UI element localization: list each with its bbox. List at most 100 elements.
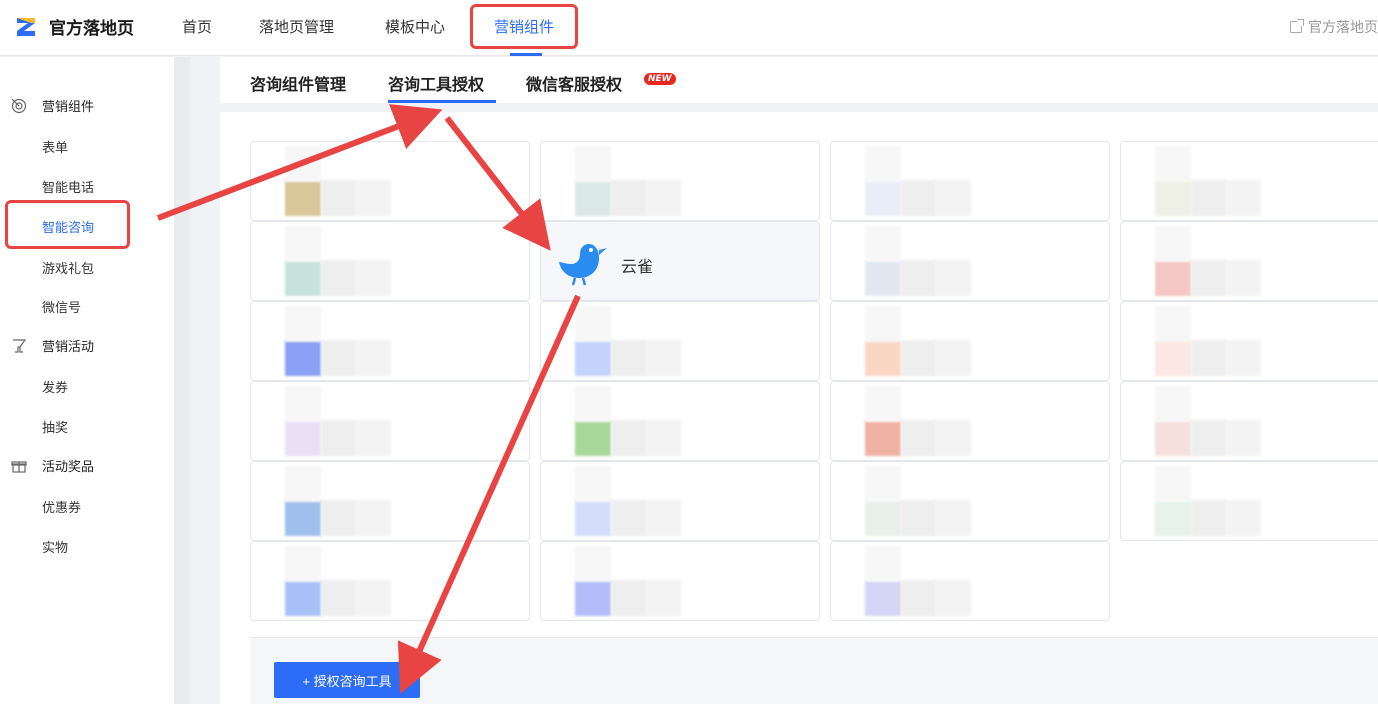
redacted-block [575,466,611,502]
authorize-consult-tool-button[interactable]: + 授权咨询工具 [274,662,420,698]
app-name: 官方落地页 [49,19,134,39]
redacted-block [285,306,321,342]
redacted-block [1155,146,1191,182]
redacted-block [865,146,901,182]
redacted-block [1191,420,1227,456]
redacted-block [285,546,321,582]
tool-card-redacted[interactable] [830,381,1110,461]
redacted-block [901,420,937,456]
tool-card-redacted[interactable] [1120,141,1378,221]
tab-wechat-service-auth[interactable]: 微信客服授权 [526,71,622,95]
app-logo[interactable]: 官方落地页 [14,14,134,39]
nav-home[interactable]: 首页 [182,16,212,37]
sidebar-item-physical[interactable]: 实物 [42,537,68,556]
redacted-block [645,180,681,216]
redacted-block [575,340,611,376]
redacted-block [285,386,321,422]
redacted-block [285,466,321,502]
tool-card-redacted[interactable] [540,541,820,621]
tool-card-redacted[interactable] [250,221,530,301]
redacted-block [285,500,321,536]
tab-consult-tool-auth[interactable]: 咨询工具授权 [388,71,484,95]
redacted-block [1225,260,1261,296]
redacted-block [1155,306,1191,342]
redacted-block [935,500,971,536]
tool-card-redacted[interactable] [830,541,1110,621]
redacted-block [901,180,937,216]
sidebar-group-prizes[interactable]: 活动奖品 [10,456,94,475]
tool-card-redacted[interactable] [830,461,1110,541]
redacted-block [1225,420,1261,456]
redacted-block [1155,420,1191,456]
tool-card-redacted[interactable] [250,461,530,541]
redacted-block [865,546,901,582]
tool-card-redacted[interactable] [1120,301,1378,381]
tool-card-redacted[interactable] [250,381,530,461]
tool-card-redacted[interactable] [250,541,530,621]
redacted-block [901,340,937,376]
sidebar-group-marketing-activities[interactable]: 营销活动 [10,336,94,355]
nav-active-indicator [510,53,542,56]
redacted-block [865,386,901,422]
tab-consult-component-manage[interactable]: 咨询组件管理 [250,71,346,95]
tool-card-redacted[interactable] [1120,221,1378,301]
tool-card-redacted[interactable] [830,221,1110,301]
tool-card-redacted[interactable] [250,301,530,381]
redacted-block [645,500,681,536]
redacted-block [865,580,901,616]
redacted-block [865,180,901,216]
redacted-block [865,466,901,502]
nav-template-center[interactable]: 模板中心 [385,16,445,37]
sidebar-group-label: 营销组件 [42,100,95,115]
sidebar-group-marketing-components[interactable]: 营销组件 [10,96,94,115]
tool-card-redacted[interactable] [540,301,820,381]
sidebar-scrollbar[interactable] [174,57,190,704]
redacted-block [865,260,901,296]
gift-icon [10,457,28,475]
tool-card-redacted[interactable] [1120,461,1378,541]
redacted-block [1155,340,1191,376]
redacted-block [1225,500,1261,536]
redacted-block [355,180,391,216]
sidebar-item-coupon-issue[interactable]: 发券 [42,377,68,396]
redacted-block [611,420,647,456]
redacted-block [575,420,611,456]
sidebar-item-lottery[interactable]: 抽奖 [42,417,68,436]
redacted-block [321,580,357,616]
redacted-block [935,260,971,296]
redacted-block [865,340,901,376]
redacted-block [575,180,611,216]
nav-landing-pages[interactable]: 落地页管理 [259,16,334,37]
sidebar [0,57,174,704]
redacted-block [1155,260,1191,296]
redacted-block [355,340,391,376]
tool-card-redacted[interactable] [540,381,820,461]
tool-card-redacted[interactable] [1120,381,1378,461]
redacted-block [1155,386,1191,422]
tool-card-yunque[interactable] [540,221,820,301]
redacted-block [1191,180,1227,216]
redacted-block [285,340,321,376]
tool-card-redacted[interactable] [540,141,820,221]
redacted-block [645,580,681,616]
official-landing-link[interactable]: 官方落地页 [1290,17,1378,37]
sidebar-item-voucher[interactable]: 优惠券 [42,497,81,516]
redacted-block [575,146,611,182]
redacted-block [575,306,611,342]
redacted-block [611,340,647,376]
redacted-block [901,500,937,536]
sidebar-item-game-gift[interactable]: 游戏礼包 [42,258,94,277]
sidebar-item-form[interactable]: 表单 [42,137,68,156]
tool-card-redacted[interactable] [830,141,1110,221]
tool-card-redacted[interactable] [540,461,820,541]
tool-card-redacted[interactable] [830,301,1110,381]
redacted-block [321,180,357,216]
redacted-block [611,500,647,536]
tool-card-redacted[interactable] [250,141,530,221]
redacted-block [355,500,391,536]
sidebar-item-wechat[interactable]: 微信号 [42,297,81,316]
redacted-block [865,306,901,342]
redacted-block [355,580,391,616]
redacted-block [285,146,321,182]
sidebar-item-smart-phone[interactable]: 智能电话 [42,177,94,196]
